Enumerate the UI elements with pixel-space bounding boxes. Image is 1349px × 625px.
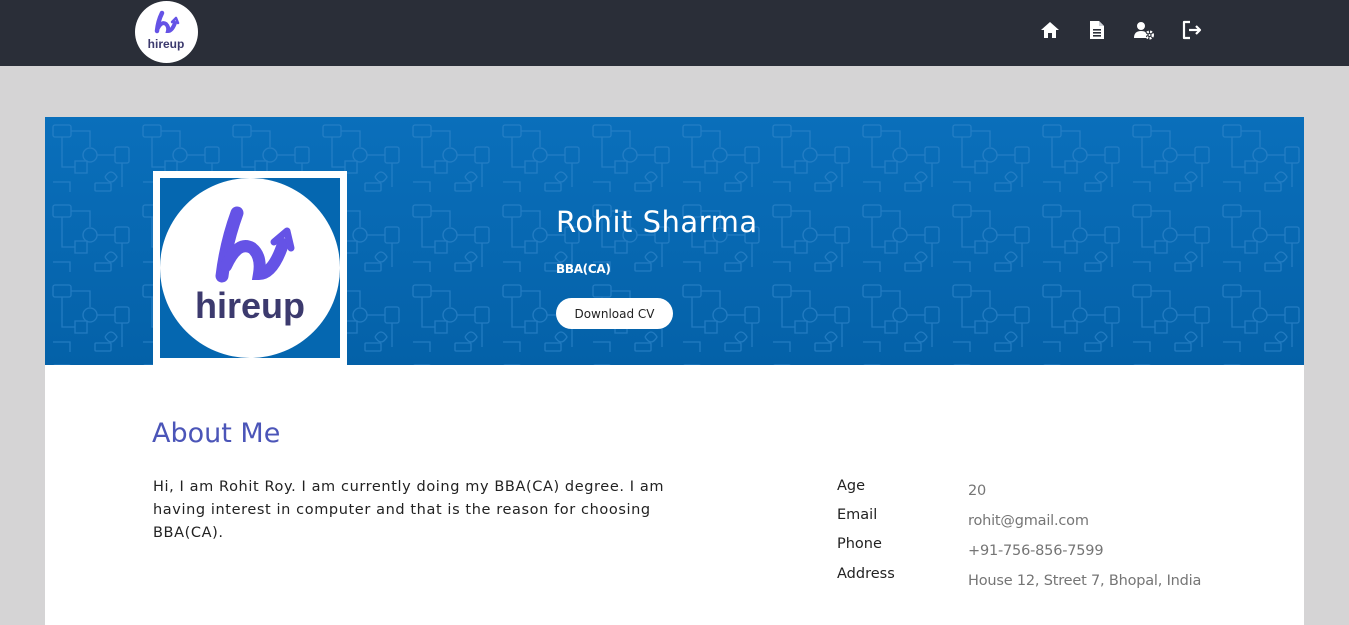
avatar-logo-text: hireup [195,285,305,326]
profile-name: Rohit Sharma [556,205,758,239]
hireup-avatar-logo: hireup [195,206,305,326]
phone-label: Phone [837,536,882,552]
logo-text: hireup [148,37,185,51]
email-value: rohit@gmail.com [968,513,1089,529]
profile-card: hireup Rohit Sharma BBA(CA) Download CV … [45,117,1304,625]
user-settings-icon[interactable] [1133,19,1155,41]
address-label: Address [837,566,895,582]
age-value: 20 [968,483,987,499]
about-text: Hi, I am Rohit Roy. I am currently doing… [153,479,665,541]
logout-icon[interactable] [1181,19,1203,41]
home-icon[interactable] [1039,19,1061,41]
hireup-logo[interactable]: hireup [135,1,198,63]
phone-value: +91-756-856-7599 [968,543,1104,559]
download-cv-button[interactable]: Download CV [556,298,673,329]
about-title: About Me [152,418,281,449]
age-label: Age [837,478,866,494]
top-navbar: hireup [0,0,1349,66]
document-icon[interactable] [1086,19,1108,41]
profile-degree: BBA(CA) [556,262,611,276]
address-value: House 12, Street 7, Bhopal, India [968,573,1202,589]
hireup-logo-mark: hireup [148,10,185,51]
avatar: hireup [153,171,347,365]
profile-banner: hireup Rohit Sharma BBA(CA) Download CV [45,117,1304,365]
email-label: Email [837,507,878,523]
